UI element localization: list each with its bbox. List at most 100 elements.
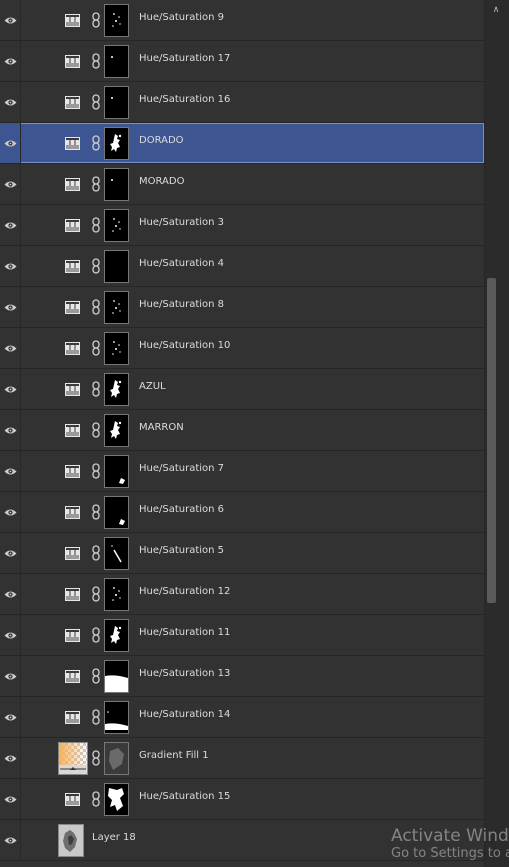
chain-link-icon[interactable] [92, 504, 100, 520]
layer-name[interactable]: Hue/Saturation 11 [139, 627, 230, 638]
layer-row[interactable]: Hue/Saturation 9 [0, 0, 484, 41]
layer-row[interactable]: Hue/Saturation 7 [0, 451, 484, 492]
chain-link-icon[interactable] [92, 791, 100, 807]
layer-mask-thumbnail[interactable] [104, 127, 129, 160]
layer-thumbnail[interactable] [58, 824, 84, 857]
hue-saturation-adjustment-icon[interactable] [65, 176, 82, 191]
hue-saturation-adjustment-icon[interactable] [65, 217, 82, 232]
chain-link-icon[interactable] [92, 422, 100, 438]
visibility-eye-icon[interactable] [0, 615, 21, 655]
layer-name[interactable]: Hue/Saturation 3 [139, 217, 224, 228]
layer-name[interactable]: Hue/Saturation 6 [139, 504, 224, 515]
layer-name[interactable]: Hue/Saturation 7 [139, 463, 224, 474]
layer-row[interactable]: Hue/Saturation 17 [0, 41, 484, 82]
layer-row[interactable]: Hue/Saturation 3 [0, 205, 484, 246]
layer-row[interactable]: Hue/Saturation 12 [0, 574, 484, 615]
chain-link-icon[interactable] [92, 340, 100, 356]
visibility-eye-icon[interactable] [0, 41, 21, 81]
visibility-eye-icon[interactable] [0, 369, 21, 409]
layer-row[interactable]: Hue/Saturation 8 [0, 287, 484, 328]
layer-row[interactable]: Hue/Saturation 16 [0, 82, 484, 123]
chain-link-icon[interactable] [92, 627, 100, 643]
layer-mask-thumbnail[interactable] [104, 250, 129, 283]
layer-name[interactable]: Hue/Saturation 4 [139, 258, 224, 269]
chain-link-icon[interactable] [92, 53, 100, 69]
hue-saturation-adjustment-icon[interactable] [65, 545, 82, 560]
visibility-eye-icon[interactable] [0, 779, 21, 819]
visibility-eye-icon[interactable] [0, 533, 21, 573]
hue-saturation-adjustment-icon[interactable] [65, 627, 82, 642]
chain-link-icon[interactable] [92, 94, 100, 110]
scrollbar-thumb[interactable] [487, 278, 496, 603]
visibility-eye-icon[interactable] [0, 287, 21, 327]
hue-saturation-adjustment-icon[interactable] [65, 381, 82, 396]
layer-mask-thumbnail[interactable] [104, 373, 129, 406]
layer-name[interactable]: MARRON [139, 422, 184, 433]
chain-link-icon[interactable] [92, 176, 100, 192]
layer-mask-thumbnail[interactable] [104, 168, 129, 201]
layer-mask-thumbnail[interactable] [104, 619, 129, 652]
chain-link-icon[interactable] [92, 258, 100, 274]
layer-name[interactable]: Hue/Saturation 16 [139, 94, 230, 105]
layer-row[interactable]: DORADO [0, 123, 484, 164]
visibility-eye-icon[interactable] [0, 451, 21, 491]
layer-mask-thumbnail[interactable] [104, 783, 129, 816]
layer-name[interactable]: Hue/Saturation 5 [139, 545, 224, 556]
layer-row[interactable]: Hue/Saturation 14 [0, 697, 484, 738]
chain-link-icon[interactable] [92, 668, 100, 684]
layer-mask-thumbnail[interactable] [104, 86, 129, 119]
hue-saturation-adjustment-icon[interactable] [65, 340, 82, 355]
chain-link-icon[interactable] [92, 545, 100, 561]
visibility-eye-icon[interactable] [0, 328, 21, 368]
chain-link-icon[interactable] [92, 299, 100, 315]
layer-name[interactable]: Hue/Saturation 9 [139, 12, 224, 23]
layer-name[interactable]: DORADO [139, 135, 184, 146]
visibility-eye-icon[interactable] [0, 123, 21, 163]
hue-saturation-adjustment-icon[interactable] [65, 258, 82, 273]
layer-mask-thumbnail[interactable] [104, 660, 129, 693]
layer-name[interactable]: Hue/Saturation 10 [139, 340, 230, 351]
layer-mask-thumbnail[interactable] [104, 578, 129, 611]
visibility-eye-icon[interactable] [0, 164, 21, 204]
chain-link-icon[interactable] [92, 12, 100, 28]
layer-name[interactable]: Hue/Saturation 13 [139, 668, 230, 679]
hue-saturation-adjustment-icon[interactable] [65, 668, 82, 683]
visibility-eye-icon[interactable] [0, 738, 21, 778]
hue-saturation-adjustment-icon[interactable] [65, 709, 82, 724]
visibility-eye-icon[interactable] [0, 410, 21, 450]
visibility-eye-icon[interactable] [0, 492, 21, 532]
chain-link-icon[interactable] [92, 463, 100, 479]
layer-row[interactable]: MORADO [0, 164, 484, 205]
layer-mask-thumbnail[interactable] [104, 291, 129, 324]
chain-link-icon[interactable] [92, 586, 100, 602]
layer-mask-thumbnail[interactable] [104, 332, 129, 365]
hue-saturation-adjustment-icon[interactable] [65, 299, 82, 314]
hue-saturation-adjustment-icon[interactable] [65, 12, 82, 27]
scroll-up-chevron-up-icon[interactable]: ∧ [491, 5, 501, 15]
layer-name[interactable]: Gradient Fill 1 [139, 750, 209, 761]
layer-row[interactable]: Hue/Saturation 4 [0, 246, 484, 287]
layer-row[interactable]: Hue/Saturation 13 [0, 656, 484, 697]
visibility-eye-icon[interactable] [0, 656, 21, 696]
layer-name[interactable]: Hue/Saturation 17 [139, 53, 230, 64]
visibility-eye-icon[interactable] [0, 0, 21, 40]
hue-saturation-adjustment-icon[interactable] [65, 791, 82, 806]
layers-scrollbar[interactable]: ∧ [484, 0, 509, 867]
layer-mask-thumbnail[interactable] [104, 209, 129, 242]
layer-name[interactable]: Hue/Saturation 12 [139, 586, 230, 597]
layer-mask-thumbnail[interactable] [104, 742, 129, 775]
hue-saturation-adjustment-icon[interactable] [65, 94, 82, 109]
layer-row[interactable]: AZUL [0, 369, 484, 410]
layer-mask-thumbnail[interactable] [104, 45, 129, 78]
layer-row[interactable]: Hue/Saturation 6 [0, 492, 484, 533]
layer-name[interactable]: Hue/Saturation 15 [139, 791, 230, 802]
layer-row[interactable]: Gradient Fill 1 [0, 738, 484, 779]
hue-saturation-adjustment-icon[interactable] [65, 53, 82, 68]
hue-saturation-adjustment-icon[interactable] [65, 586, 82, 601]
visibility-eye-icon[interactable] [0, 697, 21, 737]
hue-saturation-adjustment-icon[interactable] [65, 463, 82, 478]
layer-name[interactable]: AZUL [139, 381, 166, 392]
layer-name[interactable]: Layer 18 [92, 832, 136, 843]
layer-mask-thumbnail[interactable] [104, 701, 129, 734]
gradient-fill-thumbnail[interactable] [58, 742, 88, 775]
